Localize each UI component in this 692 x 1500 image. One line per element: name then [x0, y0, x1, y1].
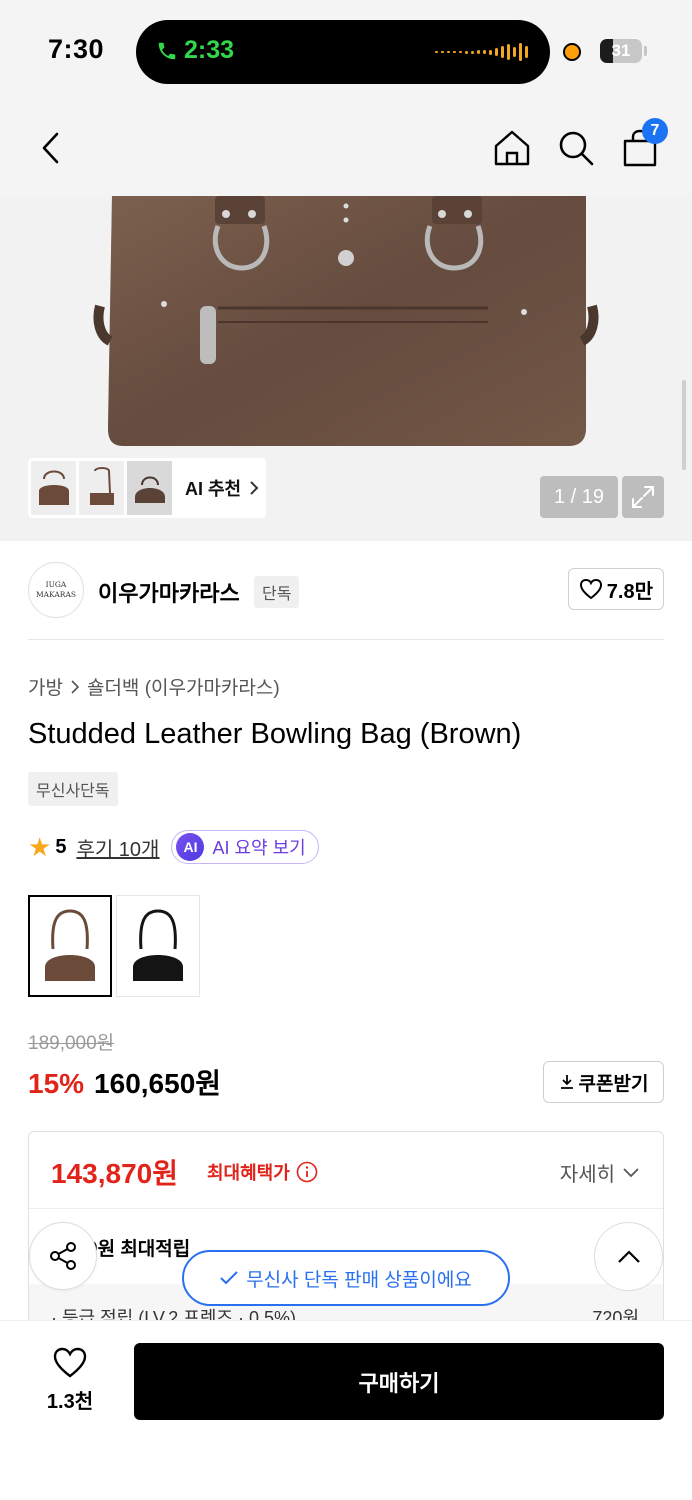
original-price: 189,000원 [28, 1033, 115, 1054]
max-benefit-label-row: 최대혜택가 [207, 1159, 318, 1185]
color-option-black[interactable] [116, 895, 200, 997]
top-nav: 7 [0, 100, 692, 196]
dynamic-island[interactable]: 2:33 [136, 20, 550, 84]
max-benefit-label: 최대혜택가 [207, 1163, 290, 1183]
max-points-text: 0원 최대적립 [87, 1239, 191, 1260]
home-button[interactable] [492, 128, 532, 168]
chevron-up-icon [617, 1249, 640, 1263]
status-bar: 7:30 2:33 31 [0, 0, 692, 100]
sale-price: 160,650원 [94, 1068, 222, 1099]
brand-logo[interactable]: IUGA MAKARAS [28, 562, 84, 618]
chevron-right-icon [71, 679, 79, 694]
brand-like-button[interactable]: 7.8만 [567, 568, 664, 610]
battery-level: 31 [611, 41, 631, 60]
thumbnail-3[interactable] [127, 461, 172, 515]
recording-dot [563, 43, 581, 61]
thumbnail-1[interactable] [31, 461, 76, 515]
divider [28, 639, 664, 640]
star-icon: ★ [28, 832, 52, 862]
scroll-top-button[interactable] [594, 1222, 663, 1291]
ai-summary-label: AI 요약 보기 [212, 838, 306, 858]
price-row: 15% 160,650원 [28, 1062, 221, 1102]
audio-wave-icon [435, 42, 528, 62]
wishlist-count: 1.3천 [46, 1391, 94, 1413]
ai-recommend-link[interactable]: AI 추천 [185, 475, 259, 501]
brand-name[interactable]: 이우가마카라스 [98, 576, 240, 608]
coupon-button[interactable]: 쿠폰받기 [543, 1061, 664, 1103]
battery-icon: 31 [600, 39, 642, 63]
cart-count-badge: 7 [642, 118, 668, 144]
chevron-right-icon [250, 481, 259, 495]
wishlist-button[interactable]: 1.3천 [30, 1347, 110, 1414]
chevron-down-icon [623, 1167, 639, 1177]
brand-logo-text-1: IUGA [45, 580, 67, 589]
share-button[interactable] [29, 1222, 97, 1290]
buy-button[interactable]: 구매하기 [134, 1343, 664, 1420]
cart-button[interactable]: 7 [620, 118, 668, 168]
brand-logo-text-2: MAKARAS [35, 590, 76, 599]
expand-icon [632, 486, 654, 508]
exclusive-tag: 단독 [254, 576, 300, 608]
battery-cap [644, 46, 647, 56]
coupon-label: 쿠폰받기 [578, 1073, 649, 1095]
back-button[interactable] [30, 128, 70, 168]
home-icon [494, 130, 530, 166]
bottom-bar: 1.3천 구매하기 [0, 1320, 692, 1500]
share-icon [50, 1242, 76, 1270]
call-indicator: 2:33 [156, 36, 234, 65]
check-icon [220, 1271, 238, 1285]
breadcrumb-category[interactable]: 가방 [28, 673, 63, 700]
gallery-thumbnails[interactable]: AI 추천 [28, 458, 266, 518]
ai-recommend-label: AI 추천 [185, 479, 242, 499]
bag-thumbnail-icon [89, 467, 114, 505]
call-duration: 2:33 [184, 36, 235, 64]
box-divider [29, 1208, 663, 1209]
ai-badge-icon: AI [176, 833, 205, 861]
bag-thumbnail-icon [38, 470, 69, 505]
brand-row: IUGA MAKARAS 이우가마카라스 단독 7.8만 [28, 560, 664, 622]
bag-black-icon [133, 909, 183, 981]
search-button[interactable] [556, 128, 596, 168]
breadcrumb-subcategory[interactable]: 숄더백 (이우가마카라스) [87, 673, 280, 700]
phone-icon [158, 42, 176, 59]
clock: 7:30 [48, 34, 105, 64]
thumbnail-2[interactable] [79, 461, 124, 515]
scroll-indicator [682, 380, 686, 470]
details-button[interactable]: 자세히 [560, 1158, 639, 1187]
download-icon [560, 1075, 573, 1089]
info-icon[interactable] [296, 1161, 318, 1183]
max-benefit-price: 143,870원 [51, 1158, 178, 1189]
details-label: 자세히 [559, 1164, 615, 1186]
ai-summary-button[interactable]: AI AI 요약 보기 [171, 830, 319, 864]
breadcrumb: 가방 숄더백 (이우가마카라스) [28, 673, 280, 700]
benefit-box: 143,870원 최대혜택가 자세히 0원 최대적립 · 등급 적립 (LV.2… [28, 1131, 664, 1351]
toast-text: 무신사 단독 판매 상품이에요 [246, 1269, 472, 1291]
brand-like-count: 7.8만 [606, 580, 653, 603]
discount-rate: 15% [28, 1068, 85, 1099]
exclusive-toast: 무신사 단독 판매 상품이에요 [182, 1250, 510, 1306]
rating-value: 5 [55, 835, 67, 858]
rating-row: ★ 5 후기 10개 AI AI 요약 보기 [28, 830, 319, 864]
image-counter: 1 / 19 [540, 476, 618, 518]
expand-button[interactable] [622, 476, 664, 518]
reviews-link[interactable]: 후기 10개 [76, 833, 159, 862]
heart-icon [579, 578, 602, 600]
product-title: Studded Leather Bowling Bag (Brown) [28, 718, 522, 750]
search-icon [559, 131, 594, 166]
bag-thumbnail-icon [134, 476, 165, 503]
color-option-brown[interactable] [28, 895, 112, 997]
bag-brown-icon [45, 909, 95, 981]
chevron-left-icon [42, 132, 59, 164]
product-tag: 무신사단독 [28, 772, 118, 806]
heart-icon [53, 1347, 87, 1378]
